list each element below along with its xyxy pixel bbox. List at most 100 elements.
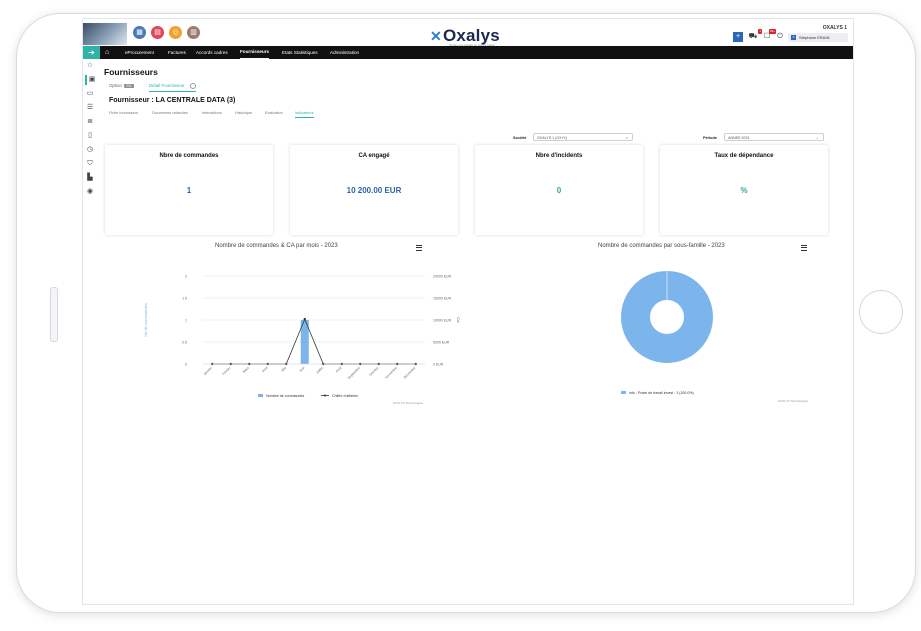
nav-item-accords-cadres[interactable]: Accords cadres: [196, 46, 228, 59]
left-icon-bar: ☆ ▣ ▭ ☰ ≣ ▯ ◷ ⛉ ▙ ◉: [83, 59, 97, 219]
kpi-value: %: [740, 186, 748, 195]
kpi-card-ca-engage: CA engagé 10 200.00 EUR: [290, 145, 458, 235]
bar-chart-icon[interactable]: ▙: [85, 173, 95, 183]
societe-select[interactable]: OXALYS 1 (OXY1) ⌕: [533, 133, 633, 141]
nav-item-etats-statistiques[interactable]: Etats Statistiques: [282, 46, 318, 59]
tab-historique[interactable]: Historique: [235, 111, 252, 115]
app-shortcut-red-icon[interactable]: ▤: [151, 26, 164, 39]
y2-tick-label: 0 EUR: [433, 363, 444, 367]
y2-axis-title: CA: [456, 317, 461, 323]
y2-tick-label: 5000 EUR: [433, 341, 450, 345]
x-tick-label: Septembre: [347, 366, 361, 380]
supplier-title: Fournisseur : LA CENTRALE DATA (3): [109, 97, 236, 104]
tab-indicateurs[interactable]: Indicateurs: [295, 111, 314, 118]
user-menu-button[interactable]: S Stéphane ERAIN: [788, 33, 848, 42]
option-count-badge: 231: [123, 84, 134, 88]
chart-credit: OXALYS Technologies: [393, 401, 424, 405]
legend-line-label: Chiffre d'affaires: [332, 394, 358, 398]
info-icon: [189, 83, 196, 89]
app-shortcut-blue-icon[interactable]: ▦: [133, 26, 146, 39]
subtab-option[interactable]: Option 231: [109, 83, 134, 88]
document-icon[interactable]: ▯: [85, 131, 95, 141]
user-name: Stéphane ERAIN: [799, 35, 830, 40]
x-tick-label: Juillet: [315, 366, 324, 375]
y2-tick-label: 20000 EUR: [433, 275, 452, 279]
x-tick-label: Octobre: [368, 366, 379, 377]
kpi-value: 1: [186, 186, 192, 195]
kpi-card-dependance: Taux de dépendance %: [660, 145, 828, 235]
left-chart-title: Nombre de commandes & CA par mois - 2023: [215, 243, 338, 249]
legend-slice-swatch: [621, 391, 626, 394]
x-tick-label: Mai: [280, 366, 287, 373]
shield-icon[interactable]: ⛉: [85, 159, 95, 169]
catalog-icon[interactable]: ▣: [85, 75, 97, 85]
combo-chart: 0 0.5 1 1.5 2 0 EUR 5000 EUR 10000 EUR 15000 EUR…: [143, 275, 461, 406]
add-icon[interactable]: +: [733, 32, 743, 42]
app-header: ▦ ▤ ◎ ▥ ✕Oxalys Toutes vos achats en bon…: [83, 19, 853, 47]
company-name: OXALYS 1: [822, 25, 847, 31]
y2-tick-label: 10000 EUR: [433, 319, 452, 323]
list-icon[interactable]: ☰: [85, 103, 95, 113]
kpi-card-incidents: Nbre d'incidents 0: [475, 145, 643, 235]
y-tick-label: 2: [185, 275, 187, 279]
legend-bar-label: Nombre de commandes: [266, 394, 305, 398]
subtab-detail-fournisseur[interactable]: Détail Fournisseur: [149, 83, 196, 92]
notification-icon[interactable]: ☐ 99+: [762, 29, 776, 42]
legend-line-marker: [324, 394, 326, 397]
y-tick-label: 0.5: [182, 341, 187, 345]
app-shortcut-orange-icon[interactable]: ◎: [169, 26, 182, 39]
ca-line: [212, 318, 416, 365]
cart-list-icon[interactable]: ≣: [85, 117, 95, 127]
cart-icon[interactable]: ⛟ 1: [748, 29, 762, 42]
x-tick-label: Août: [335, 366, 343, 374]
societe-label: Société: [513, 136, 527, 140]
x-tick-label: Novembre: [384, 366, 398, 380]
tab-evaluation[interactable]: Evaluation: [265, 111, 283, 115]
tablet-side-button: [50, 287, 58, 342]
kpi-title: Nbre d'incidents: [535, 153, 583, 159]
user-avatar: S: [791, 35, 796, 41]
x-tick-label: Mars: [242, 366, 250, 374]
tab-documents-rattaches[interactable]: Documents rattachés: [152, 111, 188, 115]
home-icon[interactable]: ⌂: [105, 46, 109, 59]
image-icon[interactable]: ▭: [85, 89, 95, 99]
ca-point: [303, 317, 306, 321]
app-shortcut-brown-icon[interactable]: ▥: [187, 26, 200, 39]
donut-chart: info - Poste de travail invest : 1 (100.…: [621, 271, 809, 403]
legend-slice-label: info - Poste de travail invest : 1 (100.…: [629, 391, 694, 395]
x-tick-label: Janvier: [203, 365, 214, 376]
nav-toggle-arrow-icon[interactable]: ➔: [83, 46, 100, 59]
chart-credit: OXALYS Technologies: [778, 399, 809, 403]
favorites-star-icon[interactable]: ☆: [85, 61, 95, 71]
right-chart-title: Nombre de commandes par sous-famille - 2…: [598, 243, 725, 249]
tablet-home-button: [859, 290, 903, 334]
y2-tick-label: 15000 EUR: [433, 297, 452, 301]
search-icon: ⌕: [625, 135, 628, 140]
x-tick-label: Février: [221, 365, 232, 376]
kpi-value: 10 200.00 EUR: [346, 186, 402, 195]
kpi-title: Taux de dépendance: [714, 153, 774, 159]
clock-icon[interactable]: ◷: [85, 145, 95, 155]
legend-bar-swatch: [258, 394, 263, 397]
y-tick-label: 0: [185, 363, 187, 367]
y-axis-title: Nb de commandes: [143, 303, 148, 337]
power-icon[interactable]: ⏻: [775, 32, 785, 42]
periode-label: Période: [703, 136, 717, 140]
nav-item-eprocurement[interactable]: eProcurement: [125, 46, 154, 59]
x-tick-label: Avril: [261, 366, 269, 374]
nav-item-fournisseurs[interactable]: Fournisseurs: [240, 46, 270, 59]
nav-item-administration[interactable]: Administration: [330, 46, 359, 59]
x-tick-label: Décembre: [403, 366, 417, 380]
periode-select[interactable]: ANNEE 2023 ⌄: [724, 133, 824, 141]
main-nav: ➔ ⌂ eProcurement Factures Accords cadres…: [83, 46, 853, 59]
y-tick-label: 1.5: [182, 297, 187, 301]
app-screen: ▦ ▤ ◎ ▥ ✕Oxalys Toutes vos achats en bon…: [82, 18, 854, 605]
kpi-card-commandes: Nbre de commandes 1: [105, 145, 273, 235]
tab-interactions[interactable]: Interactions: [202, 111, 222, 115]
kpi-value: 0: [556, 186, 562, 195]
x-tick-label: Juin: [298, 366, 305, 373]
tab-fiche-fournisseur[interactable]: Fiche fournisseur: [109, 111, 138, 115]
target-icon[interactable]: ◉: [85, 187, 95, 197]
nav-item-factures[interactable]: Factures: [168, 46, 186, 59]
header-photo: [83, 23, 127, 45]
